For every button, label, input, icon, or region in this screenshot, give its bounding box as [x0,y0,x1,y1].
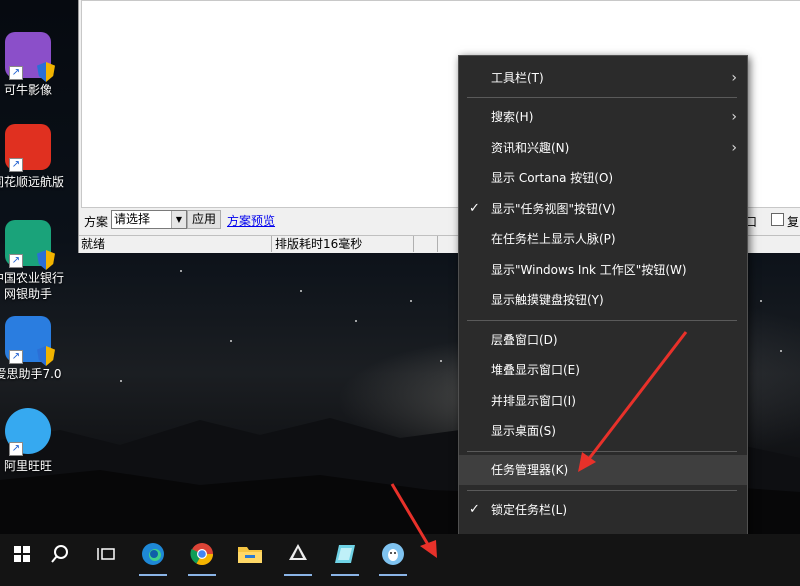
menu-item-label: 堆叠显示窗口(E) [491,363,580,377]
menu-separator [467,451,737,452]
shortcut-arrow-icon: ↗ [9,442,23,456]
menu-item-label: 层叠窗口(D) [491,333,558,347]
menu-item-label: 搜索(H) [491,110,534,124]
checkmark-icon: ✓ [469,201,480,216]
menu-item-label: 任务管理器(K) [491,463,569,477]
uac-shield-icon [37,250,55,270]
running-indicator [188,574,216,576]
uac-shield-icon [37,62,55,82]
shortcut-arrow-icon: ↗ [9,350,23,364]
running-indicator [139,574,167,576]
menu-item-touch-keyboard[interactable]: 显示触摸键盘按钮(Y) [459,285,747,315]
abc-bank-icon: ↗ [5,220,55,270]
menu-item-label: 工具栏(T) [491,71,544,85]
inkscape-icon [289,544,307,560]
menu-item-label: 显示桌面(S) [491,424,556,438]
desktop-icon-label-line2: 网银助手 [3,287,52,301]
menu-separator [467,97,737,98]
menu-item-cascade[interactable]: 层叠窗口(D) [459,325,747,355]
dropdown-arrow-icon[interactable]: ▼ [171,211,186,228]
menu-item-label: 在任务栏上显示人脉(P) [491,232,616,246]
shortcut-arrow-icon: ↗ [9,158,23,172]
apply-button[interactable]: 应用 [187,210,221,229]
toolbar-checkbox[interactable] [771,213,784,226]
menu-item-task-manager[interactable]: 任务管理器(K) [459,455,747,485]
taskbar-chrome[interactable] [180,534,224,576]
desktop-icon-label: 中国农业银行 [0,271,64,285]
scheme-preview-link[interactable]: 方案预览 [227,212,275,229]
menu-item-news-interests[interactable]: 资讯和兴趣(N) › [459,133,747,163]
menu-item-search[interactable]: 搜索(H) › [459,102,747,132]
scheme-label: 方案 [84,215,109,229]
taskbar[interactable] [0,534,800,586]
taskbar-context-menu: 工具栏(T) › 搜索(H) › 资讯和兴趣(N) › 显示 Cortana 按… [458,55,748,565]
status-render-time: 排版耗时16毫秒 [273,236,414,252]
menu-item-cortana[interactable]: 显示 Cortana 按钮(O) [459,163,747,193]
desktop-icon-tonghuashun[interactable]: ↗ 同花顺远航版 [0,124,68,190]
menu-item-people[interactable]: 在任务栏上显示人脉(P) [459,224,747,254]
menu-item-stack[interactable]: 堆叠显示窗口(E) [459,355,747,385]
taskbar-inkscape[interactable] [276,534,320,576]
menu-item-task-view[interactable]: ✓ 显示"任务视图"按钮(V) [459,194,747,224]
shortcut-arrow-icon: ↗ [9,66,23,80]
task-view-button[interactable] [84,534,128,574]
status-cell-empty [415,236,438,252]
desktop-icon-label: 可牛影像 [3,83,52,97]
uac-shield-icon [37,346,55,366]
desktop-icon-label: 阿里旺旺 [3,459,52,473]
running-indicator [379,574,407,576]
i4-assistant-icon: ↗ [5,316,55,366]
checkmark-icon: ✓ [469,502,480,517]
desktop-icon-label: 同花顺远航版 [0,175,64,189]
menu-item-windows-ink[interactable]: 显示"Windows Ink 工作区"按钮(W) [459,255,747,285]
stock-chart-icon: ↗ [5,124,51,172]
chrome-icon [190,543,213,565]
running-indicator [284,574,312,576]
taskbar-notes[interactable] [323,534,367,576]
aliwangwang-icon: ↗ [5,408,51,456]
chevron-right-icon: › [731,70,737,86]
notes-icon [335,545,355,563]
shortcut-arrow-icon: ↗ [9,254,23,268]
menu-separator [467,320,737,321]
menu-item-toolbars[interactable]: 工具栏(T) › [459,63,747,93]
menu-item-label: 显示 Cortana 按钮(O) [491,171,614,185]
menu-item-label: 并排显示窗口(I) [491,394,576,408]
menu-item-label: 资讯和兴趣(N) [491,141,570,155]
desktop-icon-abc-bank[interactable]: ↗ 中国农业银行 网银助手 [0,220,68,302]
taskbar-file-explorer[interactable] [228,534,272,574]
taskbar-qq[interactable] [371,534,415,576]
menu-separator [467,490,737,491]
menu-item-label: 显示触摸键盘按钮(Y) [491,293,604,307]
search-button[interactable] [38,534,82,574]
chevron-right-icon: › [731,140,737,156]
desktop-icon-label: 爱思助手7.0 [0,367,62,381]
chevron-right-icon: › [731,109,737,125]
desktop-icon-i4[interactable]: ↗ 爱思助手7.0 [0,316,68,382]
file-explorer-icon [238,547,262,563]
menu-item-label: 显示"Windows Ink 工作区"按钮(W) [491,263,687,277]
menu-item-lock-taskbar[interactable]: ✓ 锁定任务栏(L) [459,495,747,525]
menu-item-label: 显示"任务视图"按钮(V) [491,202,616,216]
running-indicator [331,574,359,576]
qq-icon [382,543,404,565]
desktop-icon-kuniu[interactable]: ↗ 可牛影像 [0,32,68,98]
search-icon [51,545,68,563]
task-view-icon [97,548,115,560]
edge-icon [142,543,164,565]
scheme-select-value: 请选择 [114,212,151,226]
scheme-select[interactable]: 请选择 ▼ [111,210,187,229]
taskbar-edge[interactable] [131,534,175,576]
kuniu-photo-icon: ↗ [5,32,55,82]
status-ready: 就绪 [79,236,272,252]
desktop-icon-aliwangwang[interactable]: ↗ 阿里旺旺 [0,408,68,474]
menu-item-side-by-side[interactable]: 并排显示窗口(I) [459,386,747,416]
windows-start-icon [14,546,30,562]
toolbar-right-text-2: 复 [787,215,800,229]
menu-item-label: 锁定任务栏(L) [491,503,568,517]
menu-item-show-desktop[interactable]: 显示桌面(S) [459,416,747,446]
